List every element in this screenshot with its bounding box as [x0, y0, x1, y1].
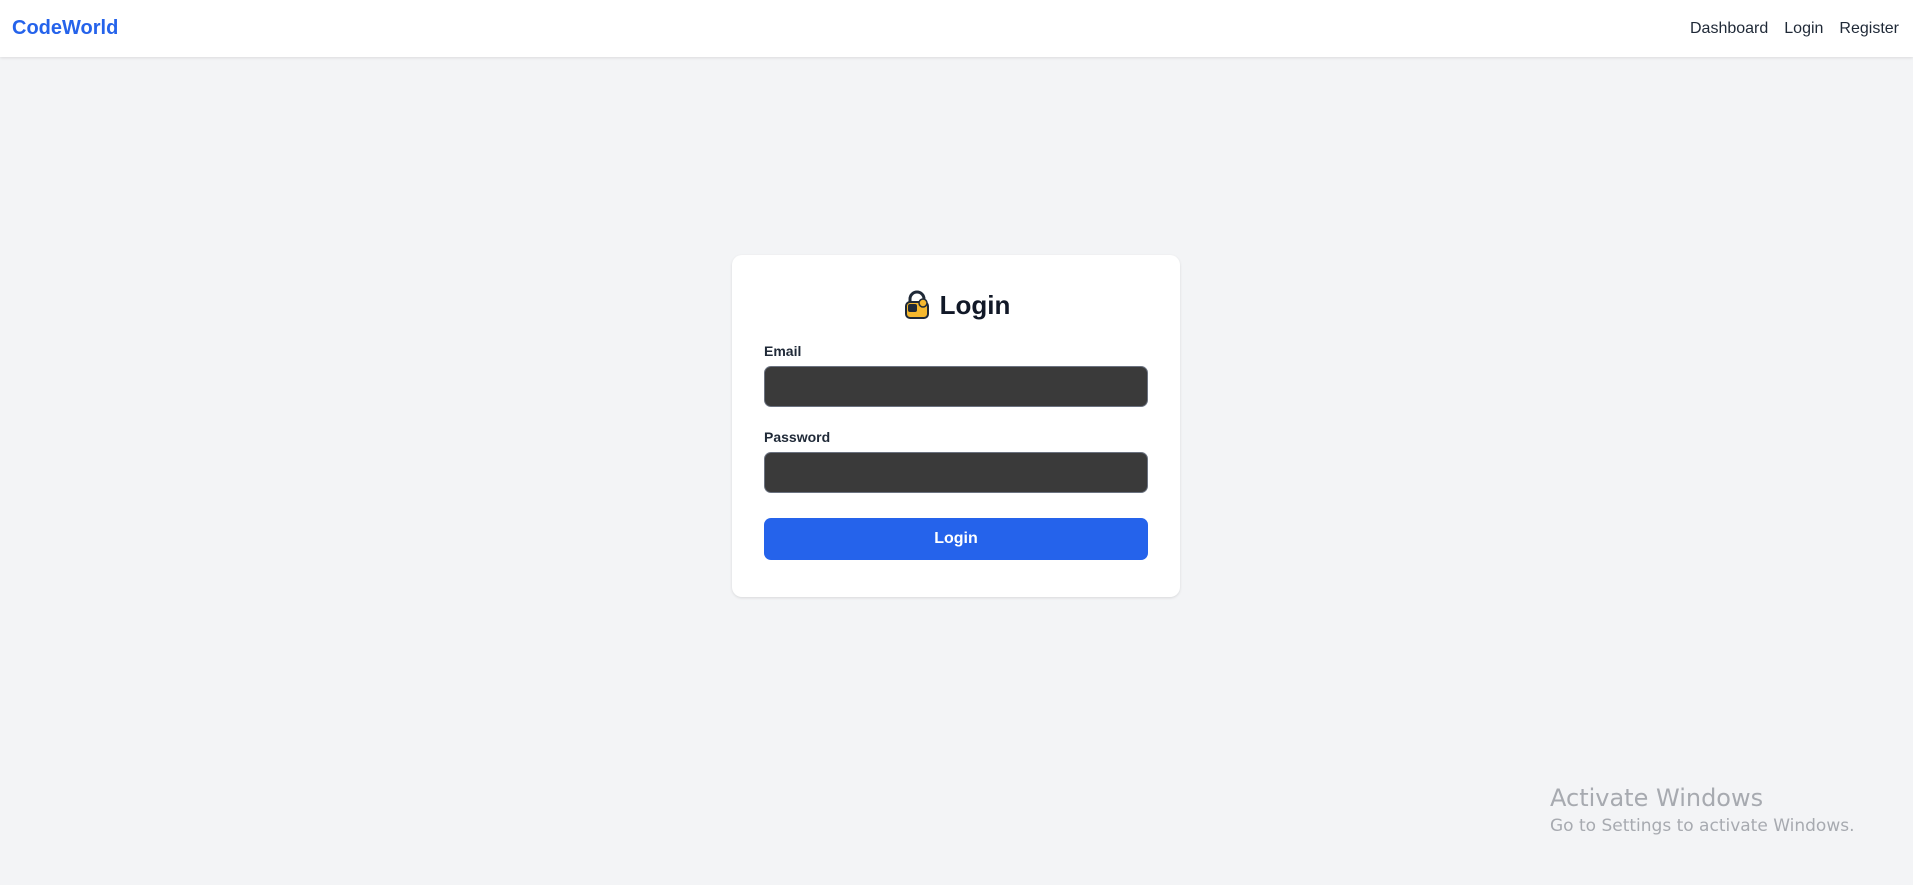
lock-icon: [902, 290, 932, 320]
nav-links: Dashboard Login Register: [1690, 20, 1899, 38]
login-title: Login: [939, 289, 1011, 320]
nav-link-dashboard[interactable]: Dashboard: [1690, 20, 1768, 38]
windows-activation-watermark: Activate Windows Go to Settings to activ…: [1550, 782, 1855, 838]
nav-link-login[interactable]: Login: [1784, 20, 1823, 38]
watermark-title: Activate Windows: [1550, 784, 1764, 812]
password-label: Password: [764, 429, 831, 445]
email-field[interactable]: [764, 366, 1148, 407]
login-button[interactable]: Login: [764, 518, 1148, 560]
password-field[interactable]: [764, 452, 1148, 493]
login-card: Login Email Password Login: [732, 255, 1180, 597]
nav-link-register[interactable]: Register: [1839, 20, 1899, 38]
brand-logo-link[interactable]: CodeWorld: [12, 17, 118, 40]
email-label: Email: [764, 343, 802, 359]
login-heading: Login: [764, 287, 1148, 323]
navbar: CodeWorld Dashboard Login Register: [0, 0, 1913, 57]
watermark-subtitle: Go to Settings to activate Windows.: [1550, 816, 1855, 836]
